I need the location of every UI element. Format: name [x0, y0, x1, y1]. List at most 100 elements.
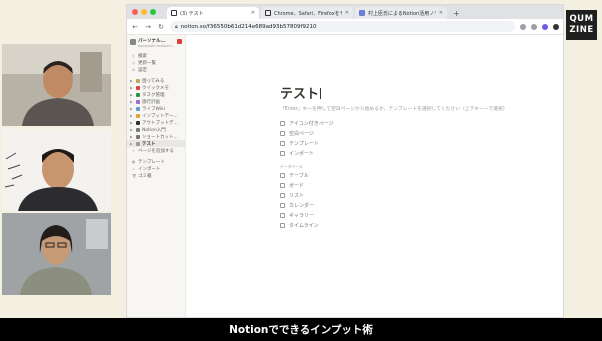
page-icon	[136, 134, 140, 139]
address-bar[interactable]: 🔒︎ notion.so/f36550b61d214e689ad93b57809…	[170, 21, 515, 32]
option-board[interactable]: ボード	[280, 180, 510, 190]
browser-tab-1[interactable]: (3) テスト ✕	[167, 7, 259, 19]
reload-icon[interactable]: ↻	[157, 23, 165, 31]
sidebar-item-search[interactable]: ⚲ 検索	[127, 52, 185, 59]
window-maximize-button[interactable]	[150, 9, 156, 15]
toggle-triangle-icon[interactable]: ▶	[130, 93, 134, 97]
option-templates[interactable]: テンプレート	[280, 138, 510, 148]
sidebar-page-2[interactable]: ▶ クイックメモ	[127, 84, 185, 91]
url-text: notion.so/f36550b61d214e689ad93b57809f92…	[180, 23, 317, 30]
timeline-icon	[280, 222, 285, 228]
window-minimize-button[interactable]	[141, 9, 147, 15]
workspace-avatar	[130, 39, 136, 45]
subtitle-bar: Notionでできるインプット術	[0, 318, 602, 341]
sidebar-item-settings[interactable]: ⚙ 設定	[127, 66, 185, 73]
notification-badge[interactable]	[177, 39, 182, 44]
sidebar-item-updates[interactable]: ◷ 更新一覧	[127, 59, 185, 66]
sidebar-page-5[interactable]: ▶ ライフWiki	[127, 105, 185, 112]
forward-arrow-icon[interactable]: →	[144, 23, 152, 31]
bookmark-star-icon[interactable]	[531, 23, 537, 30]
sidebar-page-1[interactable]: ▶ 困ってみる	[127, 77, 185, 84]
option-timeline[interactable]: タイムライン	[280, 220, 510, 230]
page-label: 困ってみる	[142, 78, 165, 84]
participant-video-2	[2, 129, 111, 211]
import-icon	[280, 150, 285, 156]
browser-window: (3) テスト ✕ Chrome、Safari、Firefoxをモバ ✕ 村上臣…	[126, 4, 564, 318]
table-icon	[280, 172, 285, 178]
share-icon[interactable]	[520, 23, 526, 30]
browser-tab-2[interactable]: Chrome、Safari、Firefoxをモバ ✕	[261, 7, 353, 19]
add-page-button[interactable]: + ページを追加する	[127, 147, 185, 154]
profile-icon[interactable]	[553, 23, 559, 30]
page-icon	[136, 127, 140, 132]
sidebar-page-4[interactable]: ▶ 旅行計画	[127, 98, 185, 105]
sidebar-item-trash[interactable]: 🗑︎ ゴミ箱	[127, 172, 185, 179]
sidebar-item-import[interactable]: ↓ インポート	[127, 165, 185, 172]
option-label: カレンダー	[289, 202, 315, 209]
tab-label: 村上臣氏によるNotion活用ノウハ	[368, 10, 436, 17]
extension-icon[interactable]	[542, 23, 548, 30]
page-icon	[280, 120, 285, 126]
sidebar-page-3[interactable]: ▶ タスク管理	[127, 91, 185, 98]
toggle-triangle-icon[interactable]: ▶	[130, 79, 134, 83]
gear-icon: ⚙	[132, 67, 136, 72]
board-icon	[280, 182, 285, 188]
tab-bar: (3) テスト ✕ Chrome、Safari、Firefoxをモバ ✕ 村上臣…	[127, 5, 563, 19]
page-favicon-icon	[359, 10, 365, 16]
template-icon	[280, 140, 285, 146]
sidebar-page-10[interactable]: ▶ テスト	[127, 140, 185, 147]
page-icon	[136, 85, 140, 90]
toggle-triangle-icon[interactable]: ▶	[130, 114, 134, 118]
option-page-with-icon[interactable]: アイコン付きページ	[280, 118, 510, 128]
toggle-triangle-icon[interactable]: ▶	[130, 107, 134, 111]
tab-close-icon[interactable]: ✕	[439, 10, 443, 16]
toggle-triangle-icon[interactable]: ▶	[130, 100, 134, 104]
new-tab-button[interactable]: +	[449, 9, 464, 19]
option-gallery[interactable]: ギャラリー	[280, 210, 510, 220]
sidebar-page-6[interactable]: ▶ インプットデー...	[127, 112, 185, 119]
sidebar-item-label: 検索	[138, 53, 147, 59]
page-icon	[136, 78, 140, 83]
toggle-triangle-icon[interactable]: ▶	[130, 86, 134, 90]
page-label: 旅行計画	[142, 99, 160, 105]
import-icon: ↓	[132, 166, 135, 171]
option-table[interactable]: テーブル	[280, 170, 510, 180]
option-calendar[interactable]: カレンダー	[280, 200, 510, 210]
tab-close-icon[interactable]: ✕	[251, 10, 255, 16]
page-label: テスト	[142, 141, 156, 147]
sidebar-item-templates[interactable]: ▦ テンプレート	[127, 158, 185, 165]
trash-icon: 🗑︎	[132, 173, 137, 178]
option-list[interactable]: リスト	[280, 190, 510, 200]
back-arrow-icon[interactable]: ←	[131, 23, 139, 31]
subtitle-text: Notionでできるインプット術	[229, 324, 373, 336]
toggle-triangle-icon[interactable]: ▶	[130, 128, 134, 132]
page-label: アウトプットデ...	[142, 120, 178, 126]
tab-close-icon[interactable]: ✕	[345, 10, 349, 16]
text-cursor	[320, 88, 322, 99]
page-label: ライフWiki	[142, 106, 165, 112]
page-label: タスク管理	[142, 92, 165, 98]
toggle-triangle-icon[interactable]: ▶	[130, 121, 134, 125]
sidebar-page-7[interactable]: ▶ アウトプットデ...	[127, 119, 185, 126]
option-label: リスト	[289, 192, 305, 199]
toggle-triangle-icon[interactable]: ▶	[130, 135, 134, 139]
page-icon	[136, 141, 140, 146]
page-icon	[136, 92, 140, 97]
workspace-switcher[interactable]: パーソナル... kazuyoshi.tsutsumi...	[127, 38, 185, 48]
template-icon: ▦	[132, 159, 136, 164]
page-label: Notion入門	[142, 127, 166, 133]
toggle-triangle-icon[interactable]: ▶	[130, 142, 134, 146]
option-blank-page[interactable]: 空白ページ	[280, 128, 510, 138]
page-label: クイックメモ	[142, 85, 169, 91]
sidebar-page-8[interactable]: ▶ Notion入門	[127, 126, 185, 133]
sidebar-item-label: テンプレート	[138, 159, 165, 165]
search-icon: ⚲	[132, 53, 135, 58]
page-title[interactable]: テスト	[280, 87, 510, 103]
sidebar-item-label: 更新一覧	[138, 60, 156, 66]
option-label: テーブル	[289, 172, 309, 179]
option-label: アイコン付きページ	[289, 120, 334, 127]
option-import[interactable]: インポート	[280, 148, 510, 158]
sidebar-page-9[interactable]: ▶ ショートカット...	[127, 133, 185, 140]
window-close-button[interactable]	[132, 9, 138, 15]
browser-tab-3[interactable]: 村上臣氏によるNotion活用ノウハ ✕	[355, 7, 447, 19]
